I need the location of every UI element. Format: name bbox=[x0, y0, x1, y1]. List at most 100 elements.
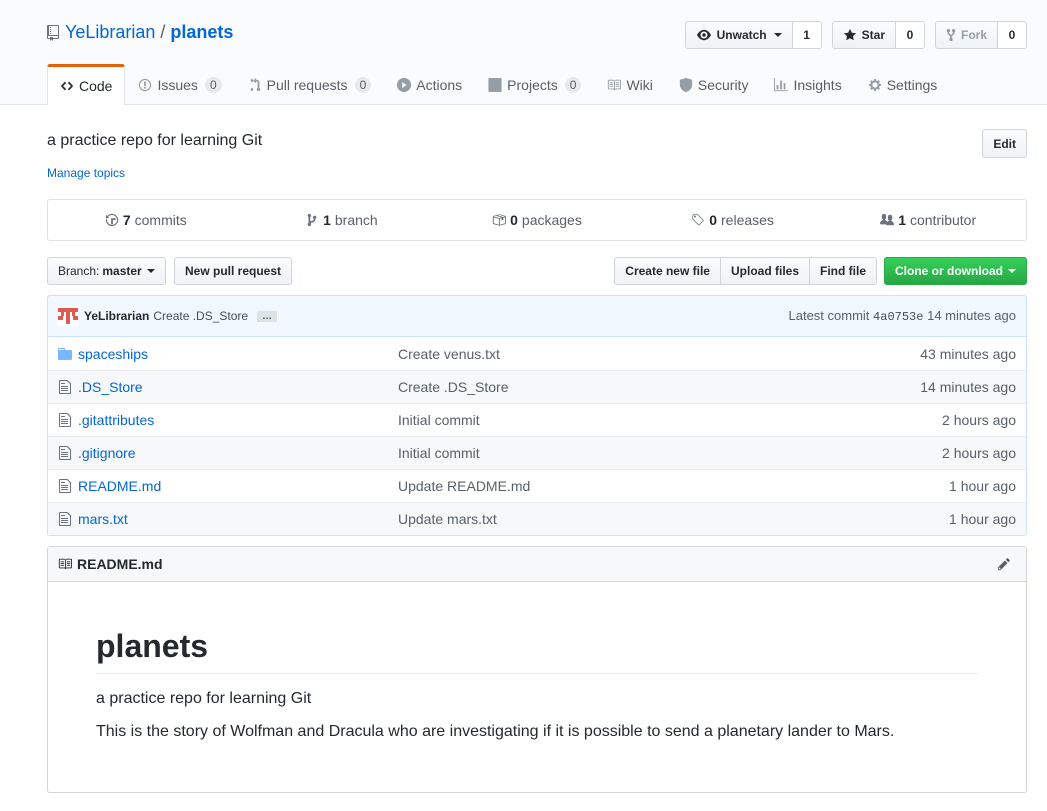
file-age: 1 hour ago bbox=[949, 511, 1016, 527]
contributor-label: contributor bbox=[909, 212, 977, 228]
contributor-count: 1 bbox=[898, 212, 906, 228]
repo-description: a practice repo for learning Git bbox=[47, 132, 263, 149]
expand-commit-button[interactable]: … bbox=[257, 310, 278, 322]
star-button-group: Star 0 bbox=[831, 21, 925, 49]
fork-button[interactable]: Fork bbox=[935, 22, 998, 48]
branch-select-button[interactable]: Branch: master bbox=[47, 257, 166, 285]
latest-commit-info: Latest commit 4a0753e 14 minutes ago bbox=[789, 308, 1017, 324]
tab-settings[interactable]: Settings bbox=[855, 64, 951, 104]
upload-files-button[interactable]: Upload files bbox=[719, 257, 810, 285]
latest-commit-bar: YeLibrarian Create .DS_Store … Latest co… bbox=[47, 295, 1027, 337]
new-pull-request-button[interactable]: New pull request bbox=[174, 257, 293, 285]
issues-counter: 0 bbox=[204, 76, 222, 93]
tab-code[interactable]: Code bbox=[47, 64, 126, 105]
releases-count: 0 bbox=[709, 212, 718, 228]
tab-pull-requests[interactable]: Pull requests 0 bbox=[235, 64, 385, 104]
branch-prefix: Branch: bbox=[58, 264, 100, 278]
tab-settings-label: Settings bbox=[886, 76, 938, 93]
tab-wiki-label: Wiki bbox=[626, 76, 653, 93]
pagehead-actions: Unwatch 1 Star 0 Fork 0 bbox=[684, 21, 1027, 49]
folder-icon bbox=[48, 346, 78, 362]
packages-link[interactable]: 0 packages bbox=[439, 200, 635, 240]
commit-sha-link[interactable]: 4a0753e bbox=[873, 310, 923, 324]
file-name-link[interactable]: spaceships bbox=[78, 346, 398, 362]
clone-or-download-button[interactable]: Clone or download bbox=[884, 257, 1027, 285]
branch-name: master bbox=[102, 264, 142, 278]
readme-header: README.md bbox=[48, 547, 1026, 582]
file-commit-message[interactable]: Create .DS_Store bbox=[398, 379, 920, 395]
readme-body: planets a practice repo for learning Git… bbox=[48, 582, 1026, 741]
file-row: mars.txt Update mars.txt 1 hour ago bbox=[48, 502, 1026, 535]
commit-message-link[interactable]: Create .DS_Store bbox=[153, 309, 248, 323]
fork-count[interactable]: 0 bbox=[998, 22, 1026, 48]
file-name-link[interactable]: .gitattributes bbox=[78, 412, 398, 428]
history-icon bbox=[105, 213, 118, 227]
file-navigation: Branch: master New pull request Create n… bbox=[47, 257, 1027, 285]
code-icon bbox=[60, 81, 74, 91]
file-list: spaceships Create venus.txt 43 minutes a… bbox=[47, 337, 1027, 536]
file-icon bbox=[48, 412, 78, 428]
file-commit-message[interactable]: Initial commit bbox=[398, 412, 942, 428]
readme-paragraph: a practice repo for learning Git bbox=[96, 690, 312, 707]
releases-label: releases bbox=[721, 212, 774, 228]
file-commit-message[interactable]: Update mars.txt bbox=[398, 511, 949, 527]
commits-count: 7 bbox=[122, 212, 131, 228]
file-button-group: Create new file Upload files Find file bbox=[614, 257, 877, 285]
watch-count[interactable]: 1 bbox=[792, 22, 821, 48]
readme-panel: README.md planets a practice repo for le… bbox=[47, 546, 1027, 793]
tab-pulls-label: Pull requests bbox=[266, 76, 348, 93]
edit-button[interactable]: Edit bbox=[982, 129, 1027, 158]
tab-actions[interactable]: Actions bbox=[384, 64, 475, 104]
find-file-button[interactable]: Find file bbox=[809, 257, 877, 285]
unwatch-button[interactable]: Unwatch bbox=[685, 22, 793, 48]
readme-heading: planets bbox=[96, 628, 978, 674]
commit-age: 14 minutes ago bbox=[927, 308, 1016, 323]
branches-link[interactable]: 1 branch bbox=[244, 200, 440, 240]
create-new-file-button[interactable]: Create new file bbox=[614, 257, 721, 285]
chevron-down-icon bbox=[773, 33, 782, 37]
file-icon bbox=[48, 478, 78, 494]
pull-request-icon bbox=[250, 77, 260, 91]
numbers-summary: 7 commits 1 branch 0 packages 0 releases… bbox=[47, 199, 1027, 241]
contributors-link[interactable]: 1 contributor bbox=[830, 200, 1026, 240]
repo-icon bbox=[47, 24, 59, 41]
file-row: spaceships Create venus.txt 43 minutes a… bbox=[48, 337, 1026, 370]
pulls-counter: 0 bbox=[354, 76, 372, 93]
packages-count: 0 bbox=[510, 212, 518, 228]
readme-filename: README.md bbox=[77, 556, 163, 572]
file-commit-message[interactable]: Initial commit bbox=[398, 445, 942, 461]
tab-wiki[interactable]: Wiki bbox=[594, 64, 665, 104]
tab-projects[interactable]: Projects 0 bbox=[475, 64, 594, 104]
file-name-link[interactable]: .gitignore bbox=[78, 445, 398, 461]
file-name-link[interactable]: .DS_Store bbox=[78, 379, 398, 395]
tab-actions-label: Actions bbox=[416, 76, 463, 93]
star-count[interactable]: 0 bbox=[895, 22, 924, 48]
avatar[interactable] bbox=[58, 306, 78, 326]
unwatch-label: Unwatch bbox=[716, 28, 767, 42]
commit-author-link[interactable]: YeLibrarian bbox=[84, 309, 149, 323]
projects-counter: 0 bbox=[564, 76, 582, 93]
file-commit-message[interactable]: Create venus.txt bbox=[398, 346, 920, 362]
tab-issues[interactable]: Issues 0 bbox=[125, 64, 234, 104]
tab-insights[interactable]: Insights bbox=[761, 64, 854, 104]
file-name-link[interactable]: README.md bbox=[78, 478, 398, 494]
repo-header: YeLibrarian / planets Unwatch 1 Star 0 F… bbox=[0, 0, 1047, 105]
releases-link[interactable]: 0 releases bbox=[635, 200, 831, 240]
commits-link[interactable]: 7 commits bbox=[48, 200, 244, 240]
file-commit-message[interactable]: Update README.md bbox=[398, 478, 949, 494]
repo-name-link[interactable]: planets bbox=[170, 22, 233, 43]
file-row: README.md Update README.md 1 hour ago bbox=[48, 469, 1026, 502]
star-button[interactable]: Star bbox=[832, 22, 896, 48]
file-name-link[interactable]: mars.txt bbox=[78, 511, 398, 527]
tab-projects-label: Projects bbox=[507, 76, 558, 93]
manage-topics-link[interactable]: Manage topics bbox=[47, 166, 125, 180]
latest-commit-label: Latest commit bbox=[788, 308, 870, 323]
file-icon bbox=[48, 511, 78, 527]
watch-button-group: Unwatch 1 bbox=[684, 21, 822, 49]
branch-icon bbox=[307, 213, 317, 227]
tab-security[interactable]: Security bbox=[666, 64, 762, 104]
pencil-icon[interactable] bbox=[997, 557, 1011, 571]
repo-owner-link[interactable]: YeLibrarian bbox=[65, 22, 155, 43]
tab-issues-label: Issues bbox=[157, 76, 198, 93]
repo-title: YeLibrarian / planets bbox=[47, 22, 233, 43]
